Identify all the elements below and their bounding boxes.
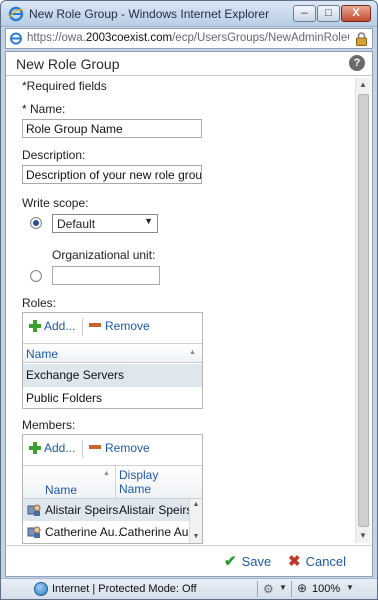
roles-grid-header: Name ▲ [23,343,202,363]
roles-label: Roles: [22,296,57,310]
display-header-line-1: Display [119,468,159,482]
column-divider [115,466,116,500]
org-unit-label: Organizational unit: [52,248,156,262]
cancel-x-icon: ✖ [288,553,301,570]
url-domain: 2003coexist.com [85,32,173,44]
sort-caret-icon: ▲ [189,349,196,356]
address-bar[interactable]: https://owa.2003coexist.com/ecp/UsersGro… [5,28,373,49]
user-mailbox-icon [27,526,41,538]
org-unit-field[interactable] [52,266,160,285]
security-zone-text[interactable]: Internet | Protected Mode: Off [52,583,197,595]
write-scope-label: Write scope: [22,196,89,210]
members-row[interactable]: Catherine Au... Catherine Au... [23,521,189,543]
members-add-label: Add... [44,441,76,455]
globe-icon [34,582,48,596]
member-name: Catherine Au... [45,525,125,539]
plus-icon [29,442,41,454]
cancel-button[interactable]: ✖ Cancel [288,552,346,570]
member-name: Alistair Speirs [45,503,119,517]
members-label: Members: [22,418,76,432]
dialog-content: New Role Group ? ▲ ▼ *Required fields * … [5,51,373,577]
dialog-title: New Role Group [16,56,120,72]
minimize-button[interactable]: – [293,5,316,22]
status-bar: Internet | Protected Mode: Off ⚙ ▼ ⊕ 100… [1,578,377,599]
lock-icon[interactable] [355,32,368,46]
scroll-down-arrow-icon[interactable]: ▼ [356,529,370,543]
save-label: Save [241,554,272,569]
description-label: Description: [22,148,86,162]
members-panel: Add... Remove Name ▲ Display Name Alista… [22,434,203,544]
protected-mode-icon[interactable]: ⚙ [263,582,277,596]
plus-icon [29,320,41,332]
url-text[interactable]: https://owa.2003coexist.com/ecp/UsersGro… [27,32,349,44]
member-display-name: Alistair Speirs [119,503,189,517]
zoom-icon[interactable]: ⊕ [297,581,307,595]
members-remove-label: Remove [105,441,150,455]
maximize-button[interactable]: □ [317,5,340,22]
page-scrollbar[interactable]: ▲ ▼ [355,78,370,543]
roles-column-name[interactable]: Name [26,347,58,361]
minus-icon [89,445,101,449]
url-path: /ecp/UsersGroups/NewAdminRoleGroup.asp [172,32,349,44]
members-scrollbar[interactable]: ▲ ▼ [189,499,202,543]
write-scope-value: Default [57,217,96,231]
members-add-button[interactable]: Add... [29,441,75,457]
scroll-up-arrow-icon[interactable]: ▲ [190,499,202,511]
chevron-down-icon[interactable]: ▼ [279,583,287,592]
required-fields-note: *Required fields [22,79,107,93]
title-bar[interactable]: New Role Group - Windows Internet Explor… [1,1,377,27]
roles-add-button[interactable]: Add... [29,319,75,335]
page-icon [10,32,22,45]
scroll-up-arrow-icon[interactable]: ▲ [356,78,370,92]
minus-icon [89,323,101,327]
roles-panel: Add... Remove Name ▲ Exchange Servers Pu… [22,312,203,409]
scroll-thumb[interactable] [358,94,369,527]
window-title: New Role Group - Windows Internet Explor… [29,7,270,21]
url-prefix: https://owa. [27,32,86,44]
members-column-display[interactable]: Display Name [119,468,158,496]
sort-caret-icon: ▲ [103,470,110,477]
member-display-name: Catherine Au... [119,525,189,539]
chevron-down-icon: ▼ [144,216,153,226]
status-separator [257,581,258,597]
roles-remove-button[interactable]: Remove [89,319,150,335]
user-mailbox-icon [27,504,41,516]
name-label: * Name: [22,102,66,116]
roles-row[interactable]: Exchange Servers [23,364,202,386]
display-header-line-2: Name [119,482,152,496]
internet-explorer-icon [8,6,24,22]
status-separator [291,581,292,597]
description-field[interactable]: Description of your new role group [22,165,202,184]
roles-add-label: Add... [44,319,76,333]
footer-divider [6,545,372,546]
checkmark-icon: ✔ [224,553,237,570]
cancel-label: Cancel [305,554,347,569]
roles-remove-label: Remove [105,319,150,333]
save-button[interactable]: ✔ Save [224,552,271,570]
write-scope-select[interactable]: Default ▼ [52,214,158,233]
help-icon[interactable]: ? [349,55,365,71]
toolbar-separator [82,318,83,336]
scope-default-radio[interactable] [30,217,42,229]
scope-org-unit-radio[interactable] [30,270,42,282]
members-remove-button[interactable]: Remove [89,441,150,457]
members-column-name[interactable]: Name [45,483,77,497]
chevron-down-icon[interactable]: ▼ [346,583,354,592]
zoom-level[interactable]: 100% [312,583,340,595]
members-row[interactable]: Alistair Speirs Alistair Speirs [23,499,189,521]
members-grid-header: Name ▲ Display Name [23,465,202,500]
toolbar-separator [82,440,83,458]
title-divider [6,75,372,76]
browser-window: New Role Group - Windows Internet Explor… [0,0,378,600]
scroll-down-arrow-icon[interactable]: ▼ [190,531,202,543]
close-window-button[interactable]: X [341,5,371,22]
roles-row[interactable]: Public Folders [23,387,202,408]
name-field[interactable]: Role Group Name [22,119,202,138]
